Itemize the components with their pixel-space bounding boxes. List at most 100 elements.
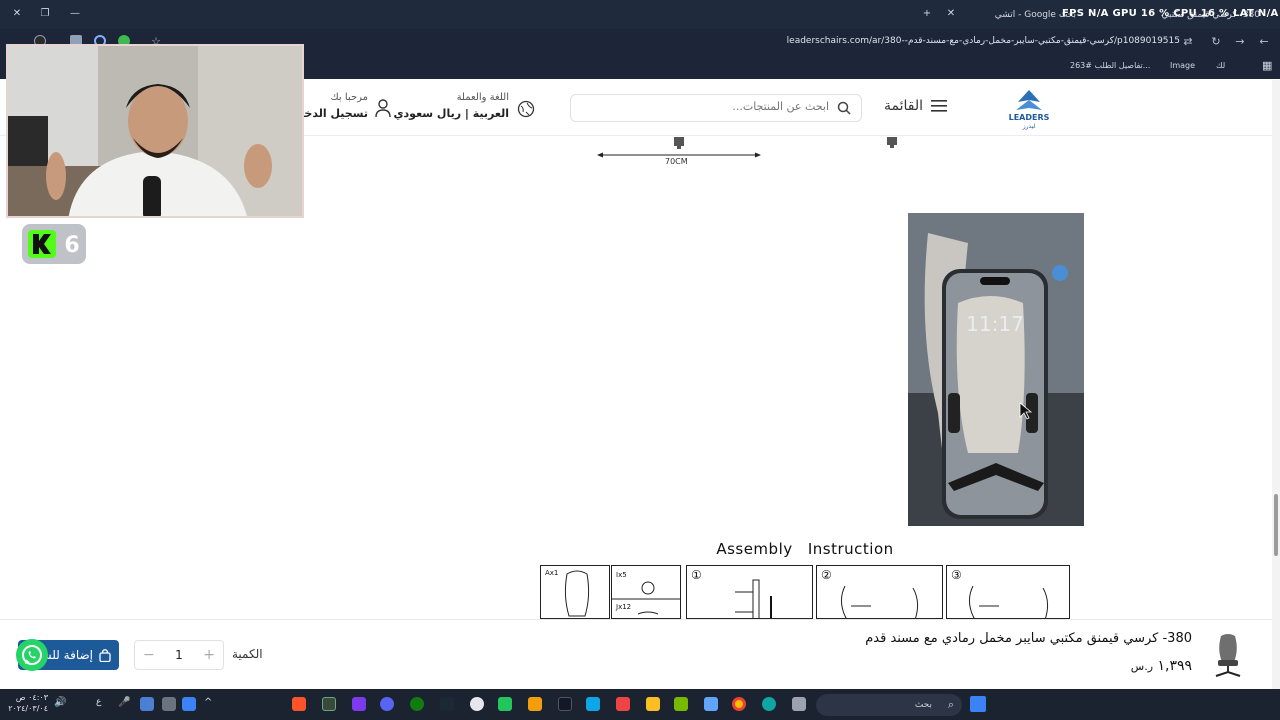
green-app-icon[interactable] (498, 697, 512, 711)
language-currency-selector[interactable]: اللغة والعملة العربية | ريال سعودي (393, 92, 535, 124)
browser-titlebar: ✕ ❐ — + ✕ بحث Google - اتشي 380- كرسي قي… (0, 0, 1280, 29)
assembly-step-2: ② (816, 565, 943, 619)
restore-window-icon[interactable]: ❐ (38, 7, 52, 21)
svg-text:6: 6 (64, 233, 79, 258)
taskbar-search[interactable]: بحث ⌕ (816, 694, 962, 716)
minimize-window-icon[interactable]: — (68, 7, 82, 21)
webcam-overlay (6, 44, 304, 218)
store-icon[interactable] (586, 697, 600, 711)
reload-icon[interactable]: ↻ (1208, 34, 1224, 50)
globe-icon (517, 100, 535, 118)
speaker-icon[interactable]: 🔊 (54, 697, 68, 711)
seat-drawing (564, 570, 590, 617)
language-value: العربية | ريال سعودي (393, 107, 509, 120)
nvidia-icon[interactable] (674, 697, 688, 711)
app-x-icon[interactable] (322, 697, 336, 711)
bag-icon (99, 648, 111, 662)
leaders-logo[interactable]: LEADERS ليدرز (1008, 88, 1050, 130)
close-window-icon[interactable]: ✕ (10, 7, 24, 21)
chair-phone-image: 11:17 (908, 213, 1084, 526)
parts-drawing (612, 581, 680, 615)
step-2-drawing (841, 585, 919, 618)
product-thumbnail[interactable] (1208, 632, 1248, 678)
product-name: 380- كرسي قيمنق مكتبي سايبر مخمل رمادي م… (865, 631, 1192, 646)
chrome-icon[interactable] (732, 697, 746, 711)
tray-device-icon[interactable] (162, 697, 176, 711)
step-3-drawing (969, 585, 1049, 618)
quantity-stepper: − 1 + (134, 640, 224, 670)
product-video[interactable]: 11:17 (908, 213, 1084, 526)
whatsapp-button[interactable] (16, 639, 48, 671)
quantity-value[interactable]: 1 (175, 648, 183, 662)
whatsapp-icon (22, 645, 42, 665)
youtube-icon[interactable] (616, 697, 630, 711)
discord-icon[interactable] (380, 697, 394, 711)
edge-icon[interactable] (762, 697, 776, 711)
windows-taskbar: ٠٤:٠٣ ص ٢٠٢٤/٠٣/٠٤ 🔊 ع 🎤 ^ بحث ⌕ (0, 689, 1280, 720)
apps-grid-icon[interactable]: ▦ (1262, 59, 1272, 72)
sticky-cart-bar: 380- كرسي قيمنق مكتبي سايبر مخمل رمادي م… (0, 619, 1272, 689)
forward-icon[interactable]: → (1232, 34, 1248, 50)
calendar-app-icon[interactable] (352, 697, 366, 711)
quantity-label: الكمية (232, 647, 263, 661)
photos-icon[interactable] (704, 697, 718, 711)
new-tab-icon[interactable]: + (920, 7, 934, 21)
svg-text:11:17: 11:17 (966, 312, 1024, 336)
bookmark-lak[interactable]: لك (1216, 61, 1225, 70)
search-icon[interactable] (837, 101, 851, 115)
svg-text:LEADERS: LEADERS (1009, 113, 1050, 122)
assembly-diagram: Ax1 Ix5 Jx12 ① ② ③ (540, 565, 1070, 619)
assembly-step-3: ③ (946, 565, 1070, 619)
currency-symbol: ر.س (1130, 660, 1154, 673)
assembly-part-i: Ix5 Jx12 (611, 565, 681, 619)
product-price: ١,٣٩٩ ر.س (1131, 658, 1192, 674)
tray-sync-icon[interactable] (182, 697, 196, 711)
rockstar-icon[interactable] (528, 697, 542, 711)
tray-app-icon[interactable] (140, 697, 154, 711)
menu-button[interactable]: القائمة (884, 98, 947, 114)
kick-icon: 6 (28, 230, 80, 258)
brave-icon[interactable] (292, 697, 306, 711)
menu-label: القائمة (884, 98, 923, 114)
kick-badge: 6 (22, 224, 86, 264)
user-icon (375, 99, 391, 118)
taskbar-clock[interactable]: ٠٤:٠٣ ص ٢٠٢٤/٠٣/٠٤ (8, 692, 48, 714)
xbox-icon[interactable] (410, 697, 424, 711)
steam-icon[interactable] (440, 697, 454, 711)
windows-start-icon[interactable] (970, 696, 986, 712)
bookmark-order-details[interactable]: تفاصيل الطلب #263... (1070, 61, 1150, 70)
url-field[interactable]: leaderschairs.com/ar/380--كرسي-قيمنق-مكت… (780, 36, 1180, 46)
folder-icon[interactable] (646, 697, 660, 711)
streamer-video (8, 46, 302, 216)
assembly-step-1: ① (686, 565, 813, 619)
close-tab-icon[interactable]: ✕ (944, 7, 958, 21)
taskbar-search-placeholder: بحث (914, 700, 932, 710)
dimension-label: 70CM (665, 157, 688, 166)
language-indicator[interactable]: ع (96, 697, 110, 711)
increase-quantity-button[interactable]: + (203, 647, 215, 663)
welcome-text: مرحبا بك (330, 92, 368, 103)
site-settings-icon[interactable]: ⇄ (1180, 34, 1196, 50)
back-icon[interactable]: ← (1256, 34, 1272, 50)
step-1-drawing (735, 579, 772, 618)
window-app-icon[interactable] (792, 697, 806, 711)
svg-text:ليدرز: ليدرز (1022, 123, 1036, 130)
obs-icon[interactable] (470, 697, 484, 711)
nvidia-app-icon[interactable] (558, 697, 572, 711)
chair-mini-icon (887, 137, 897, 148)
language-title: اللغة والعملة (456, 92, 509, 103)
page-scrollbar[interactable] (1272, 80, 1280, 689)
performance-overlay: FPS N/A GPU 16 % CPU 16 % LAT N/A (1062, 8, 1279, 19)
search-icon: ⌕ (947, 698, 954, 711)
decrease-quantity-button[interactable]: − (143, 647, 155, 663)
search-box[interactable] (570, 94, 862, 122)
tray-expand-icon[interactable]: ^ (204, 697, 218, 711)
account-login[interactable]: مرحبا بك تسجيل الدخول (288, 92, 392, 124)
scrollbar-thumb[interactable] (1274, 494, 1278, 556)
search-input[interactable] (589, 100, 829, 113)
bookmark-image[interactable]: Image (1170, 61, 1195, 70)
tab-google-search[interactable]: بحث Google - اتشي (966, 5, 1076, 25)
dimension-drawing: 70CM (595, 136, 765, 170)
microphone-icon[interactable]: 🎤 (118, 697, 132, 711)
assembly-title: Assembly Instruction (716, 540, 894, 558)
